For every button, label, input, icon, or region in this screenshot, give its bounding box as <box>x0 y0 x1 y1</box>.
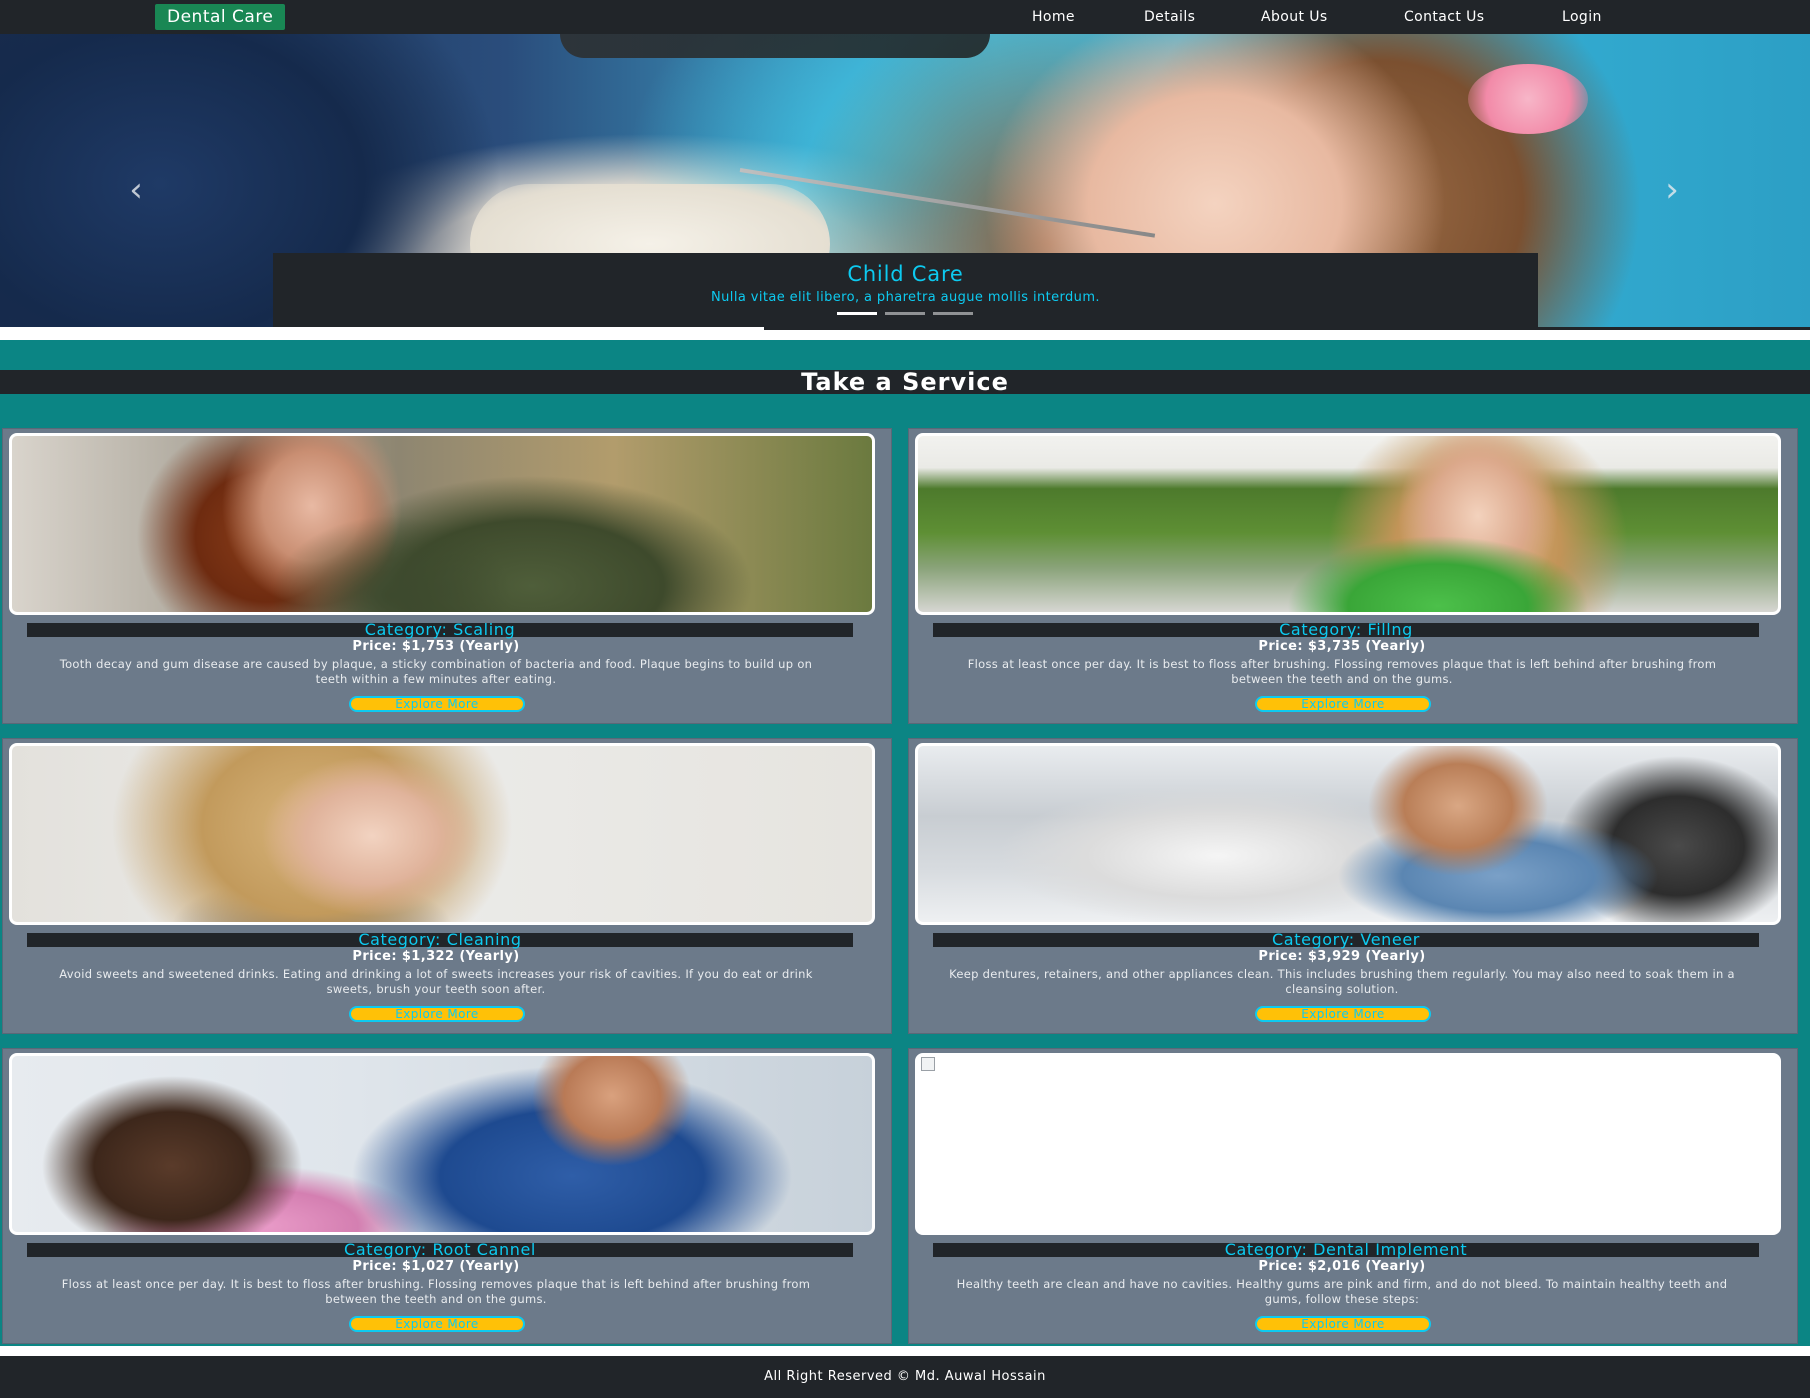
hero-image-detail <box>1468 64 1588 134</box>
service-description: Floss at least once per day. It is best … <box>967 657 1717 686</box>
services-section: Take a Service Category: Scaling Price: … <box>0 340 1810 1346</box>
footer-text: All Right Reserved © Md. Auwal Hossain <box>764 1369 1046 1384</box>
service-card: Category: Root Cannel Price: $1,027 (Yea… <box>2 1048 892 1344</box>
brand-logo[interactable]: Dental Care <box>155 4 286 30</box>
navbar: Dental Care Home Details About Us Contac… <box>0 0 1810 34</box>
service-category: Category: Scaling <box>27 622 853 638</box>
carousel-caption-text: Nulla vitae elit libero, a pharetra augu… <box>711 290 1100 305</box>
service-card: Category: Dental Implement Price: $2,016… <box>908 1048 1798 1344</box>
section-title: Take a Service <box>0 370 1810 394</box>
service-image <box>9 743 875 925</box>
broken-image-icon <box>921 1057 935 1071</box>
service-price: Price: $1,753 (Yearly) <box>352 639 520 654</box>
carousel-indicator-2[interactable] <box>885 312 925 315</box>
nav-link-details[interactable]: Details <box>1144 0 1195 34</box>
service-card: Category: Cleaning Price: $1,322 (Yearly… <box>2 738 892 1034</box>
hero-carousel: ‹ › Child Care Nulla vitae elit libero, … <box>0 34 1810 340</box>
service-category: Category: Cleaning <box>27 932 853 948</box>
service-card: Category: Scaling Price: $1,753 (Yearly)… <box>2 428 892 724</box>
hero-image-detail <box>560 34 990 58</box>
service-image <box>9 433 875 615</box>
explore-more-button[interactable]: Explore More <box>1255 1316 1431 1332</box>
explore-more-button[interactable]: Explore More <box>349 1006 525 1022</box>
nav-link-about-us[interactable]: About Us <box>1261 0 1328 34</box>
service-description: Healthy teeth are clean and have no cavi… <box>956 1277 1728 1306</box>
service-description: Tooth decay and gum disease are caused b… <box>59 657 813 686</box>
service-description: Keep dentures, retainers, and other appl… <box>949 967 1735 996</box>
service-category: Category: Fillng <box>933 622 1759 638</box>
service-category: Category: Dental Implement <box>933 1242 1759 1258</box>
service-category: Category: Veneer <box>933 932 1759 948</box>
nav-link-home[interactable]: Home <box>1032 0 1075 34</box>
carousel-caption: Child Care Nulla vitae elit libero, a ph… <box>273 253 1538 327</box>
explore-more-button[interactable]: Explore More <box>1255 696 1431 712</box>
service-image <box>915 743 1781 925</box>
nav-link-login[interactable]: Login <box>1562 0 1602 34</box>
carousel-indicator-1[interactable] <box>837 312 877 315</box>
service-price: Price: $3,929 (Yearly) <box>1258 949 1426 964</box>
service-card: Category: Veneer Price: $3,929 (Yearly) … <box>908 738 1798 1034</box>
service-price: Price: $1,322 (Yearly) <box>352 949 520 964</box>
service-image <box>9 1053 875 1235</box>
chevron-right-icon[interactable]: › <box>1657 170 1687 210</box>
service-description: Floss at least once per day. It is best … <box>61 1277 811 1306</box>
footer: All Right Reserved © Md. Auwal Hossain <box>0 1356 1810 1398</box>
service-description: Avoid sweets and sweetened drinks. Eatin… <box>59 967 813 996</box>
service-price: Price: $1,027 (Yearly) <box>352 1259 520 1274</box>
service-price: Price: $2,016 (Yearly) <box>1258 1259 1426 1274</box>
service-price: Price: $3,735 (Yearly) <box>1258 639 1426 654</box>
hero-divider <box>764 327 1810 330</box>
service-category: Category: Root Cannel <box>27 1242 853 1258</box>
service-card: Category: Fillng Price: $3,735 (Yearly) … <box>908 428 1798 724</box>
nav-link-contact-us[interactable]: Contact Us <box>1404 0 1484 34</box>
service-image <box>915 433 1781 615</box>
carousel-caption-title: Child Care <box>847 262 964 286</box>
chevron-left-icon[interactable]: ‹ <box>121 170 151 210</box>
carousel-indicator-3[interactable] <box>933 312 973 315</box>
service-image <box>915 1053 1781 1235</box>
footer-divider <box>0 1346 1810 1356</box>
explore-more-button[interactable]: Explore More <box>349 1316 525 1332</box>
explore-more-button[interactable]: Explore More <box>349 696 525 712</box>
explore-more-button[interactable]: Explore More <box>1255 1006 1431 1022</box>
